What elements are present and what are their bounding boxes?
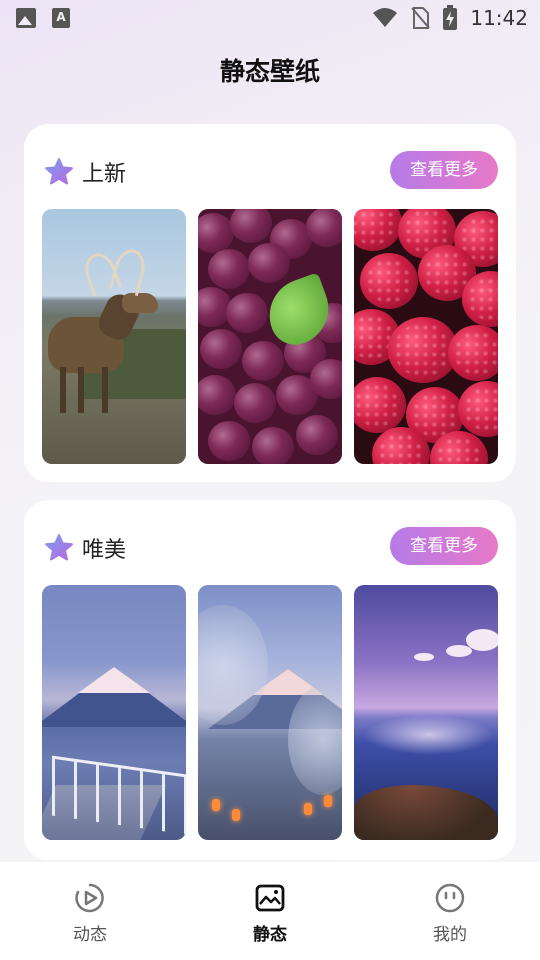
view-more-button[interactable]: 查看更多 bbox=[390, 527, 498, 565]
battery-charging-icon bbox=[443, 5, 458, 30]
image-icon bbox=[16, 8, 36, 28]
wallpaper-thumbnail[interactable] bbox=[354, 585, 498, 840]
status-bar: A 11:42 bbox=[0, 0, 540, 36]
clock: 11:42 bbox=[470, 6, 528, 30]
section-card-new: 上新 查看更多 bbox=[24, 124, 516, 482]
star-icon bbox=[45, 534, 73, 561]
page-title: 静态壁纸 bbox=[219, 57, 320, 86]
star-icon bbox=[45, 158, 73, 185]
nav-label: 我的 bbox=[433, 925, 467, 945]
play-circle-icon bbox=[75, 883, 104, 913]
a-letter-icon: A bbox=[52, 8, 70, 28]
wallpaper-thumbnail[interactable] bbox=[42, 585, 186, 840]
section-card-beautiful: 唯美 查看更多 bbox=[24, 500, 516, 860]
picture-icon bbox=[255, 884, 285, 912]
nav-label: 动态 bbox=[73, 925, 107, 945]
wallpaper-thumbnail[interactable] bbox=[198, 209, 342, 464]
face-icon bbox=[435, 883, 465, 913]
wallpaper-thumbnail[interactable] bbox=[354, 209, 498, 464]
nav-item-dynamic[interactable]: 动态 bbox=[0, 862, 180, 960]
section-title: 上新 bbox=[82, 162, 127, 187]
no-sim-icon bbox=[411, 7, 431, 29]
wallpaper-thumbnail[interactable] bbox=[198, 585, 342, 840]
nav-item-mine[interactable]: 我的 bbox=[360, 862, 540, 960]
wallpaper-thumbnail[interactable] bbox=[42, 209, 186, 464]
nav-label: 静态 bbox=[253, 925, 287, 945]
view-more-button[interactable]: 查看更多 bbox=[390, 151, 498, 189]
section-title: 唯美 bbox=[82, 538, 127, 563]
wifi-icon bbox=[373, 8, 398, 27]
bottom-nav: 动态 静态 我的 bbox=[0, 862, 540, 960]
nav-item-static[interactable]: 静态 bbox=[180, 862, 360, 960]
